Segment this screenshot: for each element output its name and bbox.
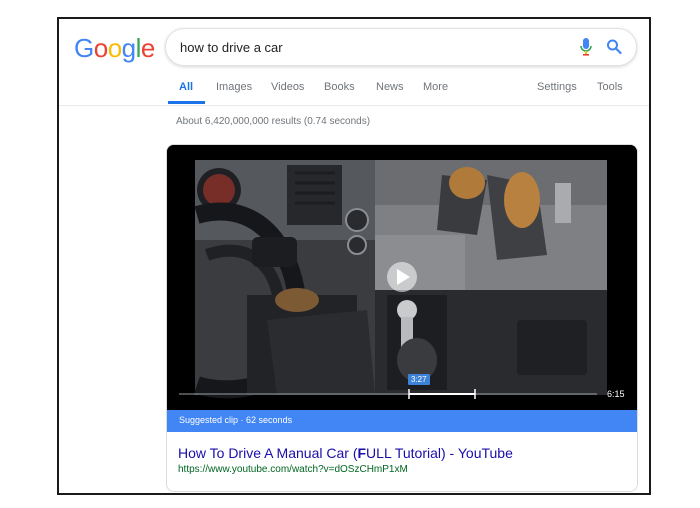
tab-news[interactable]: News <box>376 81 404 93</box>
browser-frame: Google All Images Videos Books News More… <box>57 17 651 495</box>
tab-videos[interactable]: Videos <box>271 81 304 93</box>
tab-tools[interactable]: Tools <box>597 81 623 93</box>
tab-images[interactable]: Images <box>216 81 252 93</box>
search-tabs: All Images Videos Books News More Settin… <box>59 79 649 105</box>
video-duration: 6:15 <box>607 389 625 399</box>
result-url[interactable]: https://www.youtube.com/watch?v=dOSzCHmP… <box>178 464 408 475</box>
logo-letter-o1: o <box>93 33 108 63</box>
result-title-bold: F <box>357 445 367 461</box>
suggested-clip-label: Suggested clip · 62 seconds <box>179 415 293 425</box>
microphone-icon[interactable] <box>579 37 593 57</box>
result-stats: About 6,420,000,000 results (0.74 second… <box>176 116 371 127</box>
result-title-part2: ULL Tutorial) - YouTube <box>366 445 513 461</box>
logo-letter-g2: g <box>121 33 136 63</box>
active-tab-indicator <box>168 101 205 104</box>
search-box[interactable] <box>165 28 637 66</box>
video-thumbnail <box>167 145 637 410</box>
tab-settings[interactable]: Settings <box>537 81 577 93</box>
search-icon[interactable] <box>606 38 622 56</box>
search-input[interactable] <box>180 38 540 56</box>
result-title-link[interactable]: How To Drive A Manual Car (FULL Tutorial… <box>178 445 513 461</box>
logo-letter-e: e <box>140 33 155 63</box>
video-player[interactable]: 3:27 6:15 <box>167 145 637 410</box>
result-title-part1: How To Drive A Manual Car ( <box>178 445 358 461</box>
video-result-card: 3:27 6:15 Suggested clip · 62 seconds Ho… <box>166 144 638 492</box>
clip-start-time: 3:27 <box>408 374 430 385</box>
logo-letter-o2: o <box>107 33 122 63</box>
google-logo[interactable]: Google <box>74 33 155 64</box>
tab-more[interactable]: More <box>423 81 448 93</box>
header-divider <box>59 105 649 106</box>
logo-letter-g: G <box>74 33 94 63</box>
tab-all[interactable]: All <box>179 81 193 93</box>
suggested-clip-bar: Suggested clip · 62 seconds <box>167 410 637 432</box>
tab-books[interactable]: Books <box>324 81 355 93</box>
